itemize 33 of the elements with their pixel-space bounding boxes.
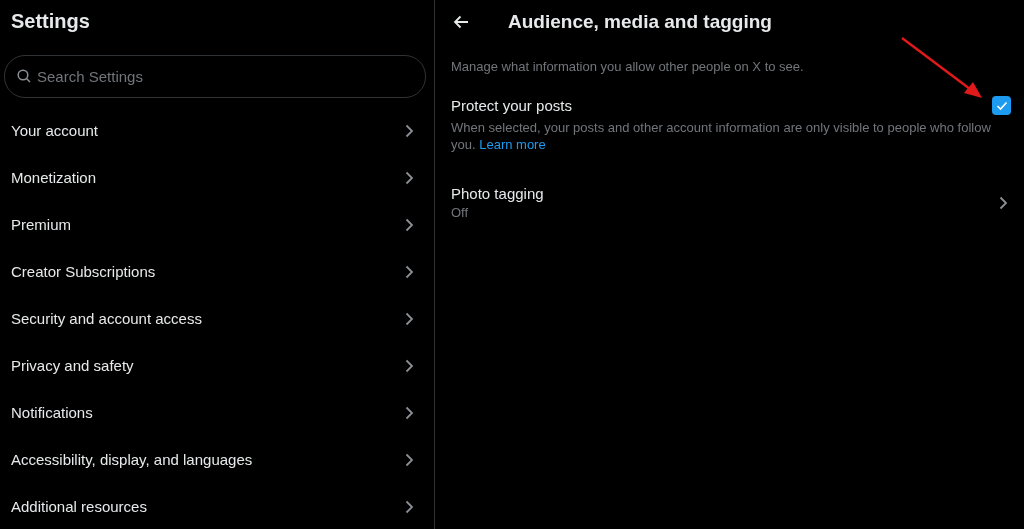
search-icon	[17, 69, 31, 83]
settings-menu-item[interactable]: Additional resources	[0, 483, 434, 529]
setting-row[interactable]: Photo tagging Off	[451, 185, 1008, 220]
chevron-right-icon	[405, 405, 414, 420]
settings-menu-item[interactable]: Notifications	[0, 389, 434, 436]
checkbox[interactable]	[992, 96, 1011, 115]
page-title: Audience, media and tagging	[508, 11, 772, 33]
settings-menu-item[interactable]: Creator Subscriptions	[0, 248, 434, 295]
chevron-right-icon	[405, 452, 414, 467]
chevron-right-icon	[405, 264, 414, 279]
settings-menu-item[interactable]: Privacy and safety	[0, 342, 434, 389]
chevron-right-icon	[405, 170, 414, 185]
setting-description: When selected, your posts and other account information are only visible to people who follow you. Learn more	[451, 119, 992, 153]
search-field[interactable]: Search Settings	[4, 55, 426, 98]
settings-menu-item[interactable]: Your account	[0, 107, 434, 154]
settings-menu-item[interactable]: Monetization	[0, 154, 434, 201]
chevron-right-icon	[405, 358, 414, 373]
setting-value: Off	[451, 205, 470, 220]
chevron-right-icon	[405, 217, 414, 232]
settings-menu-item[interactable]: Accessibility, display, and languages	[0, 436, 434, 483]
checkmark-icon	[995, 100, 1008, 111]
chevron-right-icon	[405, 499, 414, 514]
settings-menu-item[interactable]: Premium	[0, 201, 434, 248]
chevron-right-icon	[405, 311, 414, 326]
chevron-right-icon	[999, 195, 1008, 210]
chevron-right-icon	[405, 123, 414, 138]
setting-label: Photo tagging	[451, 185, 544, 202]
settings-menu-item[interactable]: Security and account access	[0, 295, 434, 342]
settings-title: Settings	[11, 10, 90, 33]
setting-label: Protect your posts	[451, 97, 572, 114]
page-description: Manage what information you allow other people on X to see.	[451, 59, 805, 74]
back-arrow-icon[interactable]	[453, 15, 469, 29]
learn-more-link[interactable]: Learn more	[479, 137, 546, 152]
